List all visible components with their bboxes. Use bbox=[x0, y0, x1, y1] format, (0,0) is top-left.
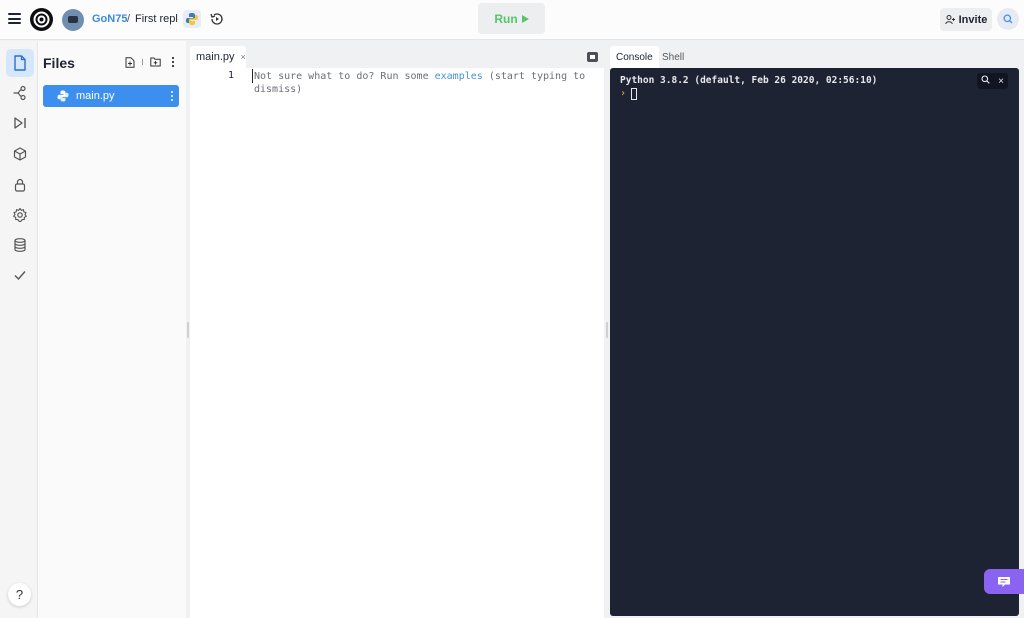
editor-tab-bar: main.py × bbox=[190, 41, 604, 68]
sidebar-item-unit-tests[interactable] bbox=[6, 261, 34, 289]
run-label: Run bbox=[494, 11, 518, 26]
breadcrumb-separator: / bbox=[127, 13, 131, 25]
editor-hint: Not sure what to do? Run some examples (… bbox=[254, 70, 594, 96]
tab-shell[interactable]: Shell bbox=[656, 46, 690, 68]
check-icon bbox=[14, 271, 26, 281]
search-icon bbox=[1003, 14, 1013, 24]
database-icon bbox=[14, 238, 26, 252]
files-more-button[interactable] bbox=[167, 56, 179, 68]
new-file-button[interactable] bbox=[124, 56, 136, 68]
close-tab-icon[interactable]: × bbox=[241, 52, 246, 62]
code-editor[interactable]: 1 Not sure what to do? Run some examples… bbox=[190, 68, 604, 618]
sidebar-item-database[interactable] bbox=[6, 231, 34, 259]
terminal-cursor bbox=[631, 88, 637, 100]
lock-icon bbox=[14, 178, 26, 192]
files-panel: Files main.py bbox=[38, 41, 186, 618]
line-number: 1 bbox=[228, 70, 235, 81]
debugger-icon bbox=[14, 117, 26, 129]
play-icon bbox=[521, 14, 529, 23]
console-tools: × bbox=[977, 73, 1008, 89]
feedback-chat-button[interactable] bbox=[984, 569, 1024, 594]
console-tab-bar: Console Shell bbox=[610, 41, 1024, 68]
breadcrumb-username[interactable]: GoN75 bbox=[92, 13, 127, 25]
invite-label: Invite bbox=[958, 13, 988, 26]
file-item-main-py[interactable]: main.py bbox=[43, 85, 179, 107]
editor-tab-main-py[interactable]: main.py × bbox=[190, 46, 246, 68]
actions-divider bbox=[142, 59, 143, 65]
packages-icon bbox=[13, 147, 27, 161]
menu-icon[interactable] bbox=[8, 13, 21, 24]
console-panel[interactable]: Python 3.8.2 (default, Feb 26 2020, 02:5… bbox=[610, 68, 1019, 616]
sidebar-item-secrets[interactable] bbox=[6, 171, 34, 199]
sidebar-item-settings[interactable] bbox=[6, 201, 34, 229]
files-title: Files bbox=[43, 55, 75, 71]
invite-button[interactable]: Invite bbox=[940, 8, 992, 31]
history-icon[interactable] bbox=[208, 10, 226, 28]
sidebar-item-packages[interactable] bbox=[6, 140, 34, 168]
replit-logo[interactable] bbox=[30, 8, 53, 31]
file-more-icon[interactable] bbox=[170, 90, 174, 102]
search-button[interactable] bbox=[997, 8, 1019, 30]
sidebar-item-files[interactable] bbox=[6, 49, 34, 77]
run-button[interactable]: Run bbox=[478, 3, 545, 34]
chat-icon bbox=[998, 576, 1010, 587]
more-vertical-icon bbox=[171, 56, 175, 68]
sidebar-item-version-control[interactable] bbox=[6, 79, 34, 107]
new-file-icon bbox=[125, 56, 135, 68]
new-folder-button[interactable] bbox=[149, 56, 161, 68]
file-name: main.py bbox=[76, 90, 115, 102]
sidebar-rail bbox=[0, 41, 38, 618]
file-icon bbox=[14, 55, 26, 71]
version-control-icon bbox=[13, 85, 26, 101]
examples-link[interactable]: examples bbox=[435, 71, 483, 82]
tab-console[interactable]: Console bbox=[610, 46, 659, 68]
text-cursor bbox=[252, 69, 253, 83]
breadcrumb-repl-name[interactable]: First repl bbox=[135, 13, 178, 25]
python-file-icon bbox=[57, 90, 69, 102]
console-close-icon[interactable]: × bbox=[998, 76, 1004, 87]
layout-toggle-icon[interactable] bbox=[587, 52, 598, 62]
console-search-icon[interactable] bbox=[981, 75, 990, 87]
python-icon[interactable] bbox=[183, 10, 201, 28]
user-avatar[interactable] bbox=[62, 9, 84, 31]
sidebar-item-debugger[interactable] bbox=[6, 109, 34, 137]
top-bar: GoN75 / First repl Run Invite bbox=[0, 0, 1024, 40]
new-folder-icon bbox=[149, 57, 161, 67]
console-banner: Python 3.8.2 (default, Feb 26 2020, 02:5… bbox=[620, 75, 878, 86]
files-resize-handle[interactable] bbox=[187, 322, 189, 338]
add-user-icon bbox=[944, 15, 955, 25]
hint-text: Not sure what to do? Run some bbox=[254, 71, 435, 82]
prompt-icon: › bbox=[620, 88, 627, 99]
help-button[interactable]: ? bbox=[8, 583, 31, 606]
editor-tab-label: main.py bbox=[196, 51, 235, 63]
gear-icon bbox=[13, 207, 27, 222]
editor-resize-handle[interactable] bbox=[606, 322, 608, 338]
